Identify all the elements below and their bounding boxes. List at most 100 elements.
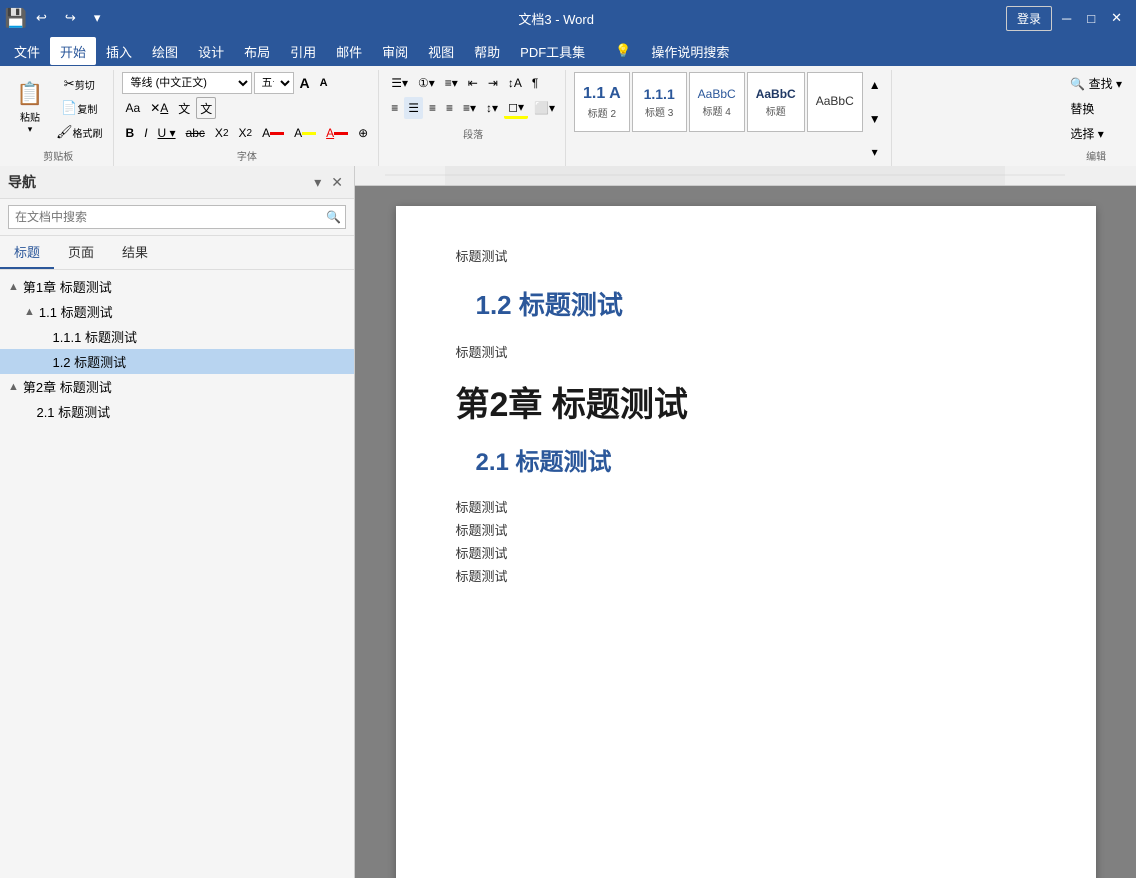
clipboard-label: 剪贴板 (10, 146, 107, 165)
tab-results[interactable]: 结果 (108, 236, 162, 269)
cut-button[interactable]: ✂ 剪切 (52, 73, 107, 95)
find-button[interactable]: 🔍 查找 ▾ (1066, 72, 1126, 94)
doc-para-5: 2.1 标题测试 (456, 442, 1036, 477)
bullets-button[interactable]: ☰▾ (387, 72, 412, 94)
undo-button[interactable]: ↩ (30, 8, 53, 28)
border-button[interactable]: ⬜▾ (530, 97, 559, 119)
underline-button[interactable]: U ▾ (154, 122, 180, 144)
menu-design[interactable]: 设计 (188, 37, 234, 65)
increase-indent-button[interactable]: ⇥ (484, 72, 502, 94)
line-spacing-button[interactable]: ↕▾ (482, 97, 502, 119)
font-color-button[interactable]: A (258, 122, 288, 144)
menu-layout[interactable]: 布局 (234, 37, 280, 65)
nav-header: 导航 ▾ ✕ (0, 166, 354, 199)
change-case-button[interactable]: Aа (122, 97, 145, 119)
menu-file[interactable]: 文件 (4, 37, 50, 65)
replace-button[interactable]: 替换 (1066, 97, 1098, 119)
justify-button[interactable]: ≡ (442, 97, 457, 119)
shading-button[interactable]: ◻▾ (504, 97, 528, 119)
multilevel-list-button[interactable]: ≡▾ (441, 72, 462, 94)
document-area[interactable]: 标题测试 1.2 标题测试 标题测试 第2章 标题测试 2.1 标题测试 标题测… (355, 186, 1136, 878)
menu-review[interactable]: 审阅 (372, 37, 418, 65)
decrease-indent-button[interactable]: ⇤ (464, 72, 482, 94)
hint-icon[interactable]: 💡 (605, 37, 641, 65)
tree-item-h2-1[interactable]: ▶ 2.1 标题测试 (0, 399, 354, 424)
customize-button[interactable]: ▾ (88, 8, 107, 28)
nav-menu-button[interactable]: ▾ (311, 173, 324, 192)
italic-button[interactable]: I (140, 122, 151, 144)
redo-button[interactable]: ↪ (59, 8, 82, 28)
doc-para-2: 1.2 标题测试 (456, 285, 1036, 322)
hint-search[interactable]: 操作说明搜索 (641, 37, 739, 65)
menu-home[interactable]: 开始 (50, 37, 96, 65)
menu-pdf[interactable]: PDF工具集 (510, 37, 595, 65)
search-button[interactable]: 🔍 (326, 210, 341, 224)
numbering-button[interactable]: ①▾ (414, 72, 439, 94)
login-button[interactable]: 登录 (1006, 6, 1052, 31)
sort-button[interactable]: ↕A (504, 72, 526, 94)
char-border-button[interactable]: 文 (196, 97, 216, 119)
nav-close-button[interactable]: ✕ (328, 173, 346, 192)
select-button[interactable]: 选择 ▾ (1066, 122, 1107, 144)
menu-insert[interactable]: 插入 (96, 37, 142, 65)
align-center-button[interactable]: ☰ (404, 97, 423, 119)
bold-button[interactable]: B (122, 122, 139, 144)
toggle-ch2[interactable]: ▲ (8, 381, 19, 393)
justify-ext-button[interactable]: ≡▾ (459, 97, 480, 119)
title-bar: 💾 ↩ ↪ ▾ 文档3 - Word 登录 ─ □ ✕ (0, 0, 1136, 36)
paste-button[interactable]: 📋 粘贴 ▾ (10, 72, 50, 144)
font-extra-button[interactable]: ⊕ (354, 122, 372, 144)
tree-item-ch1[interactable]: ▲ 第1章 标题测试 (0, 274, 354, 299)
clipboard-group: 📋 粘贴 ▾ ✂ 剪切 📄 复制 🖌 格式刷 剪贴板 (4, 70, 114, 167)
font-grow-button[interactable]: A (296, 72, 314, 94)
superscript-button[interactable]: X2 (235, 122, 257, 144)
menu-mail[interactable]: 邮件 (326, 37, 372, 65)
font-group: 等线 (中文正文) 五号 A A Aа ✕A 文 文 B I U ▾ abc X… (116, 70, 380, 167)
font-family-select[interactable]: 等线 (中文正文) (122, 72, 252, 94)
window-title: 文档3 - Word (106, 9, 1006, 28)
strikethrough-button[interactable]: abc (182, 122, 209, 144)
style-heading2[interactable]: 1.1 A 标题 2 (574, 72, 630, 132)
subscript-button[interactable]: X2 (211, 122, 233, 144)
style-heading4[interactable]: AaBbC 标题 4 (689, 72, 745, 132)
font-shrink-button[interactable]: A (316, 72, 332, 94)
maximize-button[interactable]: □ (1081, 9, 1101, 28)
clear-format-button[interactable]: ✕A (146, 97, 172, 119)
align-right-button[interactable]: ≡ (425, 97, 440, 119)
menu-view[interactable]: 视图 (418, 37, 464, 65)
styles-scroll-down[interactable]: ▼ (865, 108, 885, 130)
copy-button[interactable]: 📄 复制 (52, 97, 107, 119)
tab-headings[interactable]: 标题 (0, 236, 54, 269)
menu-references[interactable]: 引用 (280, 37, 326, 65)
search-input[interactable] (13, 208, 326, 226)
font-label: 字体 (122, 146, 373, 165)
doc-para-1: 标题测试 (456, 246, 1036, 265)
align-left-button[interactable]: ≡ (387, 97, 402, 119)
tree-item-h1-1[interactable]: ▲ 1.1 标题测试 (0, 299, 354, 324)
doc-para-4: 第2章 标题测试 (456, 377, 1036, 426)
document-page: 标题测试 1.2 标题测试 标题测试 第2章 标题测试 2.1 标题测试 标题测… (396, 206, 1096, 878)
style-heading[interactable]: AaBbC 标题 (747, 72, 805, 132)
show-marks-button[interactable]: ¶ (528, 72, 542, 94)
toggle-h1-1[interactable]: ▲ (24, 306, 35, 318)
tab-pages[interactable]: 页面 (54, 236, 108, 269)
highlight-button[interactable]: A (290, 122, 320, 144)
toggle-ch1[interactable]: ▲ (8, 281, 19, 293)
navigation-panel: 导航 ▾ ✕ 🔍 标题 页面 结果 ▲ 第1章 标题测试 ▲ 1.1 标题测试 … (0, 166, 355, 878)
styles-scroll-up[interactable]: ▲ (865, 74, 885, 96)
tree-item-h1-1-1[interactable]: ▶ 1.1.1 标题测试 (0, 324, 354, 349)
style-heading3[interactable]: 1.1.1 标题 3 (632, 72, 687, 132)
menu-draw[interactable]: 绘图 (142, 37, 188, 65)
tree-item-h1-2[interactable]: ▶ 1.2 标题测试 (0, 349, 354, 374)
font-color2-button[interactable]: A (322, 122, 352, 144)
font-color-ext-button[interactable]: 文 (174, 97, 194, 119)
tree-item-ch2[interactable]: ▲ 第2章 标题测试 (0, 374, 354, 399)
font-size-select[interactable]: 五号 (254, 72, 294, 94)
style-default[interactable]: AaBbC (807, 72, 863, 132)
menu-help[interactable]: 帮助 (464, 37, 510, 65)
tree-label-h1-1: 1.1 标题测试 (39, 302, 113, 321)
close-button[interactable]: ✕ (1105, 8, 1128, 28)
styles-more[interactable]: ▾ (865, 141, 885, 163)
format-painter-button[interactable]: 🖌 格式刷 (52, 121, 107, 143)
minimize-button[interactable]: ─ (1056, 9, 1077, 28)
